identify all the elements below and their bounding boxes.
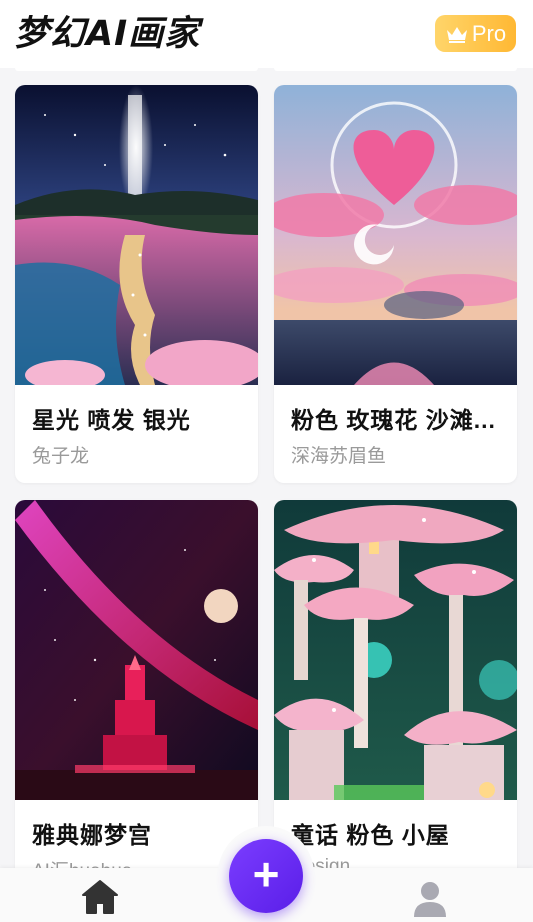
artwork-image-pink-heart-clouds[interactable]: [274, 85, 517, 385]
pro-label: Pro: [471, 20, 507, 46]
artwork-author: 兔子龙: [32, 446, 90, 467]
plus-icon: +: [252, 848, 280, 900]
home-icon[interactable]: [81, 879, 119, 915]
artwork-feed[interactable]: 星光 喷发 银光 兔子龙 粉色 玫瑰花 沙滩... 深海苏眉鱼 雅典娜梦宫 童话…: [0, 68, 533, 900]
previous-card-edge: [15, 68, 258, 71]
pro-button[interactable]: Pro: [435, 15, 516, 52]
artwork-author: 深海苏眉鱼: [291, 446, 387, 467]
artwork-card[interactable]: 粉色 玫瑰花 沙滩... 深海苏眉鱼: [274, 85, 517, 483]
artwork-title: 粉色 玫瑰花 沙滩...: [291, 407, 496, 433]
crown-icon: [446, 26, 467, 43]
top-bar: 梦幻AI画家 Pro: [0, 0, 533, 68]
create-artwork-button[interactable]: +: [229, 839, 303, 913]
artwork-title: 星光 喷发 银光: [32, 407, 191, 433]
artwork-image-red-palace-moon[interactable]: [15, 500, 258, 800]
artwork-title: 童话 粉色 小屋: [291, 822, 450, 848]
artwork-card[interactable]: 童话 粉色 小屋 Design: [274, 500, 517, 900]
previous-card-edge: [274, 68, 517, 71]
artwork-image-starlight-river[interactable]: [15, 85, 258, 385]
artwork-card[interactable]: 雅典娜梦宫 AI汇huahua: [15, 500, 258, 900]
app-title: 梦幻AI画家: [14, 14, 201, 54]
artwork-title: 雅典娜梦宫: [32, 822, 152, 848]
artwork-card[interactable]: 星光 喷发 银光 兔子龙: [15, 85, 258, 483]
artwork-image-mushroom-houses[interactable]: [274, 500, 517, 800]
app-screen: 梦幻AI画家 Pro 星光 喷发 银光 兔子龙 粉色 玫瑰花 沙滩... 深海苏…: [0, 0, 533, 922]
user-icon[interactable]: [412, 881, 448, 917]
